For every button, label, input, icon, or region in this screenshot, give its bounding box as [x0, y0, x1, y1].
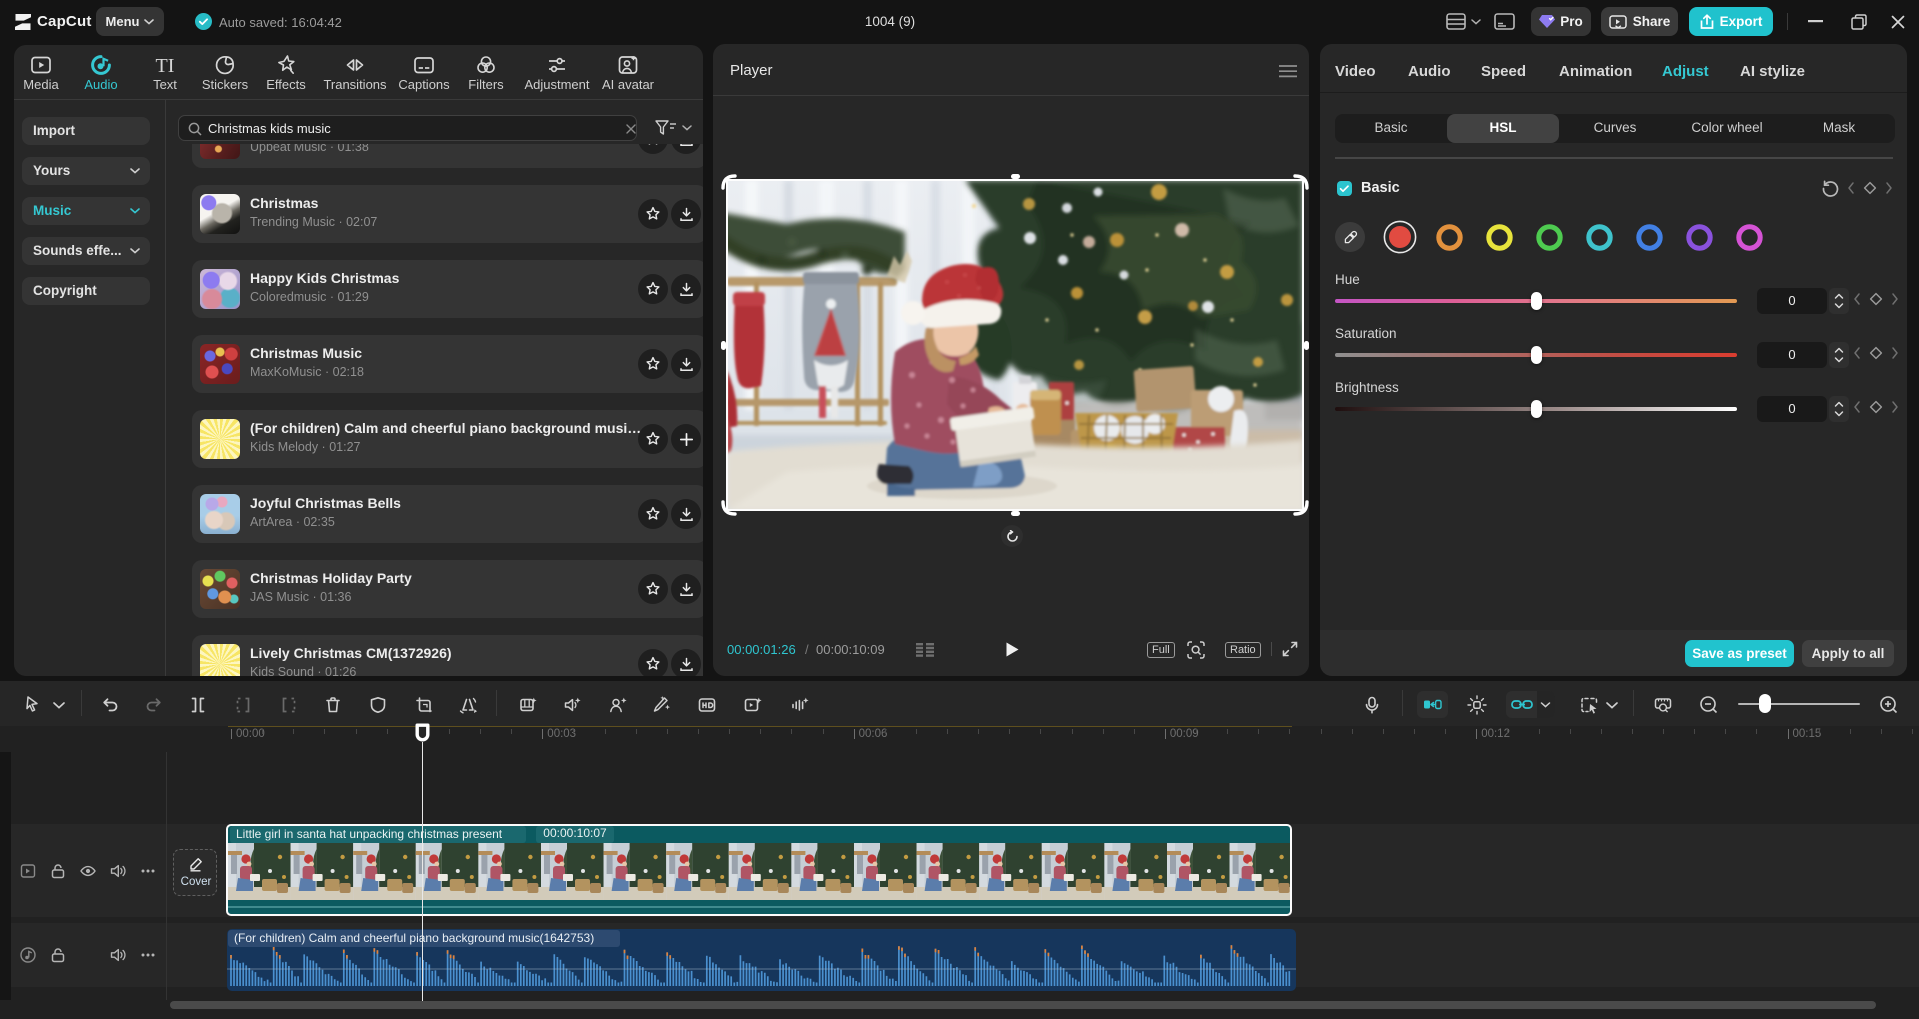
- svg-text:TI: TI: [156, 55, 175, 77]
